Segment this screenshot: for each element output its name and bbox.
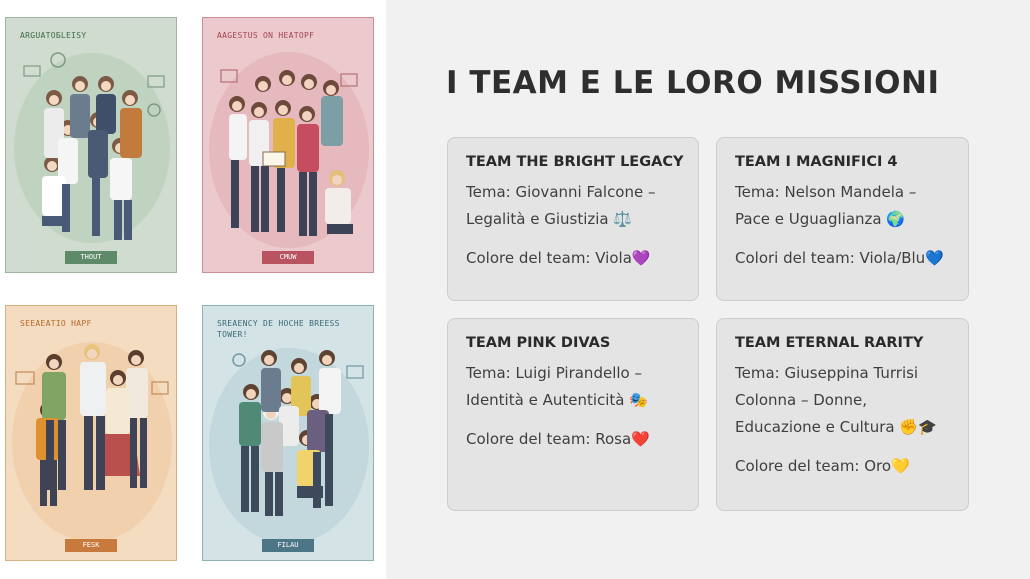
poster-tag: THOUT — [65, 251, 117, 264]
poster-caption: ARGUATOБLEISY — [20, 31, 87, 40]
group-illustration — [209, 348, 369, 544]
team-theme: Tema: Nelson Mandela – Pace e Uguaglianz… — [735, 183, 917, 228]
team-name: TEAM THE BRIGHT LEGACY — [466, 154, 684, 170]
team-name: TEAM ETERNAL RARITY — [735, 335, 924, 351]
team-theme: Tema: Luigi Pirandello – Identità e Aute… — [466, 364, 648, 409]
group-illustration — [14, 52, 170, 243]
team-theme: Tema: Giuseppina Turrisi Colonna – Donne… — [735, 364, 937, 436]
poster-caption: SEEAEATIO HAPF — [20, 319, 92, 328]
team-card-magnifici-4: TEAM I MAGNIFICI 4 Tema: Nelson Mandela … — [716, 137, 969, 301]
team-card-eternal-rarity: TEAM ETERNAL RARITY Tema: Giuseppina Tur… — [716, 318, 969, 511]
team-name: TEAM PINK DIVAS — [466, 335, 611, 351]
team-card-pink-divas: TEAM PINK DIVAS Tema: Luigi Pirandello –… — [447, 318, 699, 511]
group-illustration — [209, 52, 369, 248]
poster-caption: SREAENCY DE HOCHE BREESS TOWER! — [217, 319, 340, 339]
slide-title: I TEAM E LE LORO MISSIONI — [446, 65, 940, 101]
team-poster-eternal-rarity: SREAENCY DE HOCHE BREESS TOWER! FILAU — [202, 305, 374, 561]
team-color: Colore del team: Rosa❤️ — [466, 430, 650, 448]
poster-tag: FILAU — [262, 539, 314, 552]
team-card-bright-legacy: TEAM THE BRIGHT LEGACY Tema: Giovanni Fa… — [447, 137, 699, 301]
team-name: TEAM I MAGNIFICI 4 — [735, 154, 898, 170]
poster-caption: AAGESTUS ON HEATOPF — [217, 31, 315, 40]
team-color: Colori del team: Viola/Blu💙 — [735, 249, 944, 267]
team-color: Colore del team: Oro💛 — [735, 457, 910, 475]
group-illustration — [12, 342, 172, 542]
team-poster-pink-divas: SEEAEATIO HAPF FESK — [5, 305, 177, 561]
poster-tag: FESK — [65, 539, 117, 552]
team-theme: Tema: Giovanni Falcone – Legalità e Gius… — [466, 183, 656, 228]
team-poster-bright-legacy: ARGUATOБLEISY THOUT — [5, 17, 177, 273]
poster-gallery: ARGUATOБLEISY THOUT AAGESTUS ON HEATOPF … — [0, 0, 386, 579]
team-poster-magnifici-4: AAGESTUS ON HEATOPF CMUW — [202, 17, 374, 273]
poster-tag: CMUW — [262, 251, 314, 264]
team-color: Colore del team: Viola💜 — [466, 249, 651, 267]
